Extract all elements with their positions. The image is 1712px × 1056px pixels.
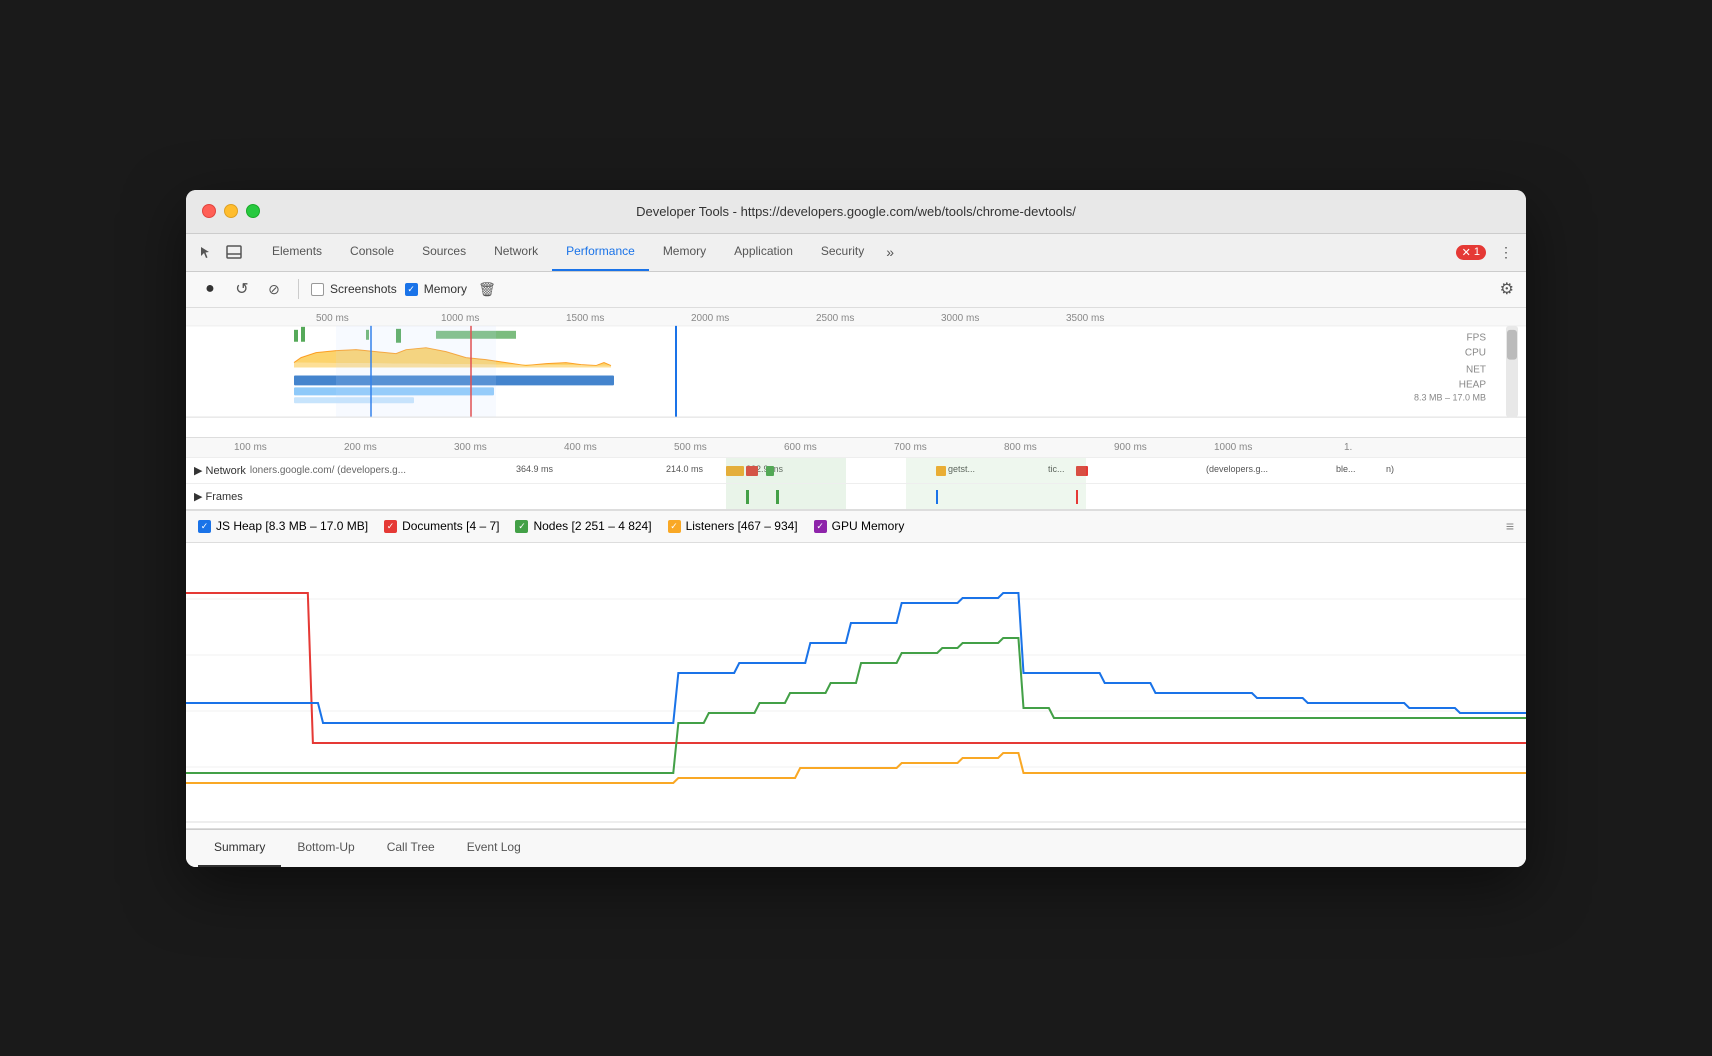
toolbar-separator-1	[298, 279, 299, 299]
nodes-label: Nodes [2 251 – 4 824]	[533, 519, 651, 533]
svg-text:8.3 MB – 17.0 MB: 8.3 MB – 17.0 MB	[1414, 392, 1486, 402]
tab-elements[interactable]: Elements	[258, 233, 336, 271]
traffic-lights	[202, 204, 260, 218]
nodes-checkbox[interactable]: ✓	[515, 520, 528, 533]
memory-legend: ✓ JS Heap [8.3 MB – 17.0 MB] ✓ Documents…	[186, 511, 1526, 543]
listeners-checkbox[interactable]: ✓	[668, 520, 681, 533]
tab-memory[interactable]: Memory	[649, 233, 720, 271]
settings-button[interactable]: ⚙	[1500, 279, 1514, 299]
tab-summary[interactable]: Summary	[198, 829, 281, 867]
screenshots-toggle[interactable]: Screenshots	[311, 282, 397, 296]
tab-bottom-up[interactable]: Bottom-Up	[281, 829, 370, 867]
listeners-label: Listeners [467 – 934]	[686, 519, 798, 533]
network-row: ▶ Network loners.google.com/ (developers…	[186, 458, 1526, 484]
legend-js-heap: ✓ JS Heap [8.3 MB – 17.0 MB]	[198, 519, 368, 533]
svg-text:1500 ms: 1500 ms	[566, 312, 604, 323]
svg-text:(developers.g...: (developers.g...	[1206, 464, 1268, 474]
time-ruler-bottom-svg: 100 ms 200 ms 300 ms 400 ms 500 ms 600 m…	[194, 437, 1494, 457]
tab-bar-right: ✕ 1 ⋮	[1456, 240, 1518, 264]
gpu-memory-label: GPU Memory	[832, 519, 905, 533]
svg-text:600 ms: 600 ms	[784, 442, 817, 453]
svg-text:900 ms: 900 ms	[1114, 442, 1147, 453]
legend-listeners: ✓ Listeners [467 – 934]	[668, 519, 798, 533]
error-icon: ✕	[1462, 246, 1471, 259]
tab-event-log[interactable]: Event Log	[451, 829, 537, 867]
svg-text:HEAP: HEAP	[1459, 379, 1487, 390]
svg-text:2500 ms: 2500 ms	[816, 312, 854, 323]
memory-chart	[186, 543, 1526, 829]
network-timeline-svg: getst... tic... (developers.g... ble... …	[186, 458, 1486, 484]
bottom-tabs: Summary Bottom-Up Call Tree Event Log	[186, 829, 1526, 867]
legend-documents: ✓ Documents [4 – 7]	[384, 519, 499, 533]
more-tabs-button[interactable]: »	[878, 244, 902, 260]
devtools-body: Elements Console Sources Network Perform…	[186, 234, 1526, 867]
svg-text:NET: NET	[1466, 364, 1486, 375]
tab-performance[interactable]: Performance	[552, 233, 649, 271]
minimize-button[interactable]	[224, 204, 238, 218]
frames-svg	[186, 484, 1486, 510]
reload-record-button[interactable]: ↺	[230, 277, 254, 301]
tab-application[interactable]: Application	[720, 233, 807, 271]
timeline-overview: 500 ms 1000 ms 1500 ms 2000 ms 2500 ms 3…	[186, 308, 1526, 438]
tab-call-tree[interactable]: Call Tree	[371, 829, 451, 867]
svg-text:1000 ms: 1000 ms	[1214, 442, 1252, 453]
svg-text:500 ms: 500 ms	[316, 312, 349, 323]
tab-security[interactable]: Security	[807, 233, 878, 271]
svg-text:ble...: ble...	[1336, 464, 1356, 474]
error-count: 1	[1474, 246, 1480, 258]
tab-bar: Elements Console Sources Network Perform…	[186, 234, 1526, 272]
svg-text:2000 ms: 2000 ms	[691, 312, 729, 323]
legend-nodes: ✓ Nodes [2 251 – 4 824]	[515, 519, 651, 533]
tab-sources[interactable]: Sources	[408, 233, 480, 271]
svg-text:FPS: FPS	[1467, 332, 1487, 343]
memory-label: Memory	[424, 282, 467, 296]
dock-icon[interactable]	[222, 240, 246, 264]
bottom-ruler-area: 100 ms 200 ms 300 ms 400 ms 500 ms 600 m…	[186, 438, 1526, 511]
more-menu-button[interactable]: ⋮	[1494, 240, 1518, 264]
svg-text:500 ms: 500 ms	[674, 442, 707, 453]
cursor-icon[interactable]	[194, 240, 218, 264]
documents-label: Documents [4 – 7]	[402, 519, 499, 533]
delete-button[interactable]: 🗑	[475, 277, 499, 301]
toolbar: ● ↺ ⊘ Screenshots ✓ Memory 🗑 ⚙	[186, 272, 1526, 308]
window-title: Developer Tools - https://developers.goo…	[202, 204, 1510, 219]
frames-row: ▶ Frames	[186, 484, 1526, 510]
svg-text:300 ms: 300 ms	[454, 442, 487, 453]
legend-menu-button[interactable]: ≡	[1506, 518, 1514, 534]
memory-checkbox[interactable]: ✓	[405, 283, 418, 296]
svg-text:1000 ms: 1000 ms	[441, 312, 479, 323]
legend-gpu-memory: ✓ GPU Memory	[814, 519, 905, 533]
screenshots-label: Screenshots	[330, 282, 397, 296]
svg-text:700 ms: 700 ms	[894, 442, 927, 453]
screenshots-checkbox[interactable]	[311, 283, 324, 296]
tab-bar-icons	[194, 240, 246, 264]
svg-text:100 ms: 100 ms	[234, 442, 267, 453]
clear-button[interactable]: ⊘	[262, 277, 286, 301]
documents-checkbox[interactable]: ✓	[384, 520, 397, 533]
record-button[interactable]: ●	[198, 277, 222, 301]
svg-text:n): n)	[1386, 464, 1394, 474]
time-ruler-bottom: 100 ms 200 ms 300 ms 400 ms 500 ms 600 m…	[186, 438, 1526, 458]
svg-text:3000 ms: 3000 ms	[941, 312, 979, 323]
maximize-button[interactable]	[246, 204, 260, 218]
memory-chart-svg	[186, 543, 1526, 823]
tab-network[interactable]: Network	[480, 233, 552, 271]
error-badge: ✕ 1	[1456, 245, 1486, 260]
svg-text:3500 ms: 3500 ms	[1066, 312, 1104, 323]
gpu-memory-checkbox[interactable]: ✓	[814, 520, 827, 533]
svg-text:800 ms: 800 ms	[1004, 442, 1037, 453]
svg-text:200 ms: 200 ms	[344, 442, 377, 453]
close-button[interactable]	[202, 204, 216, 218]
js-heap-label: JS Heap [8.3 MB – 17.0 MB]	[216, 519, 368, 533]
tab-console[interactable]: Console	[336, 233, 408, 271]
title-bar: Developer Tools - https://developers.goo…	[186, 190, 1526, 234]
memory-toggle[interactable]: ✓ Memory	[405, 282, 467, 296]
svg-text:CPU: CPU	[1465, 347, 1486, 358]
timeline-svg: 500 ms 1000 ms 1500 ms 2000 ms 2500 ms 3…	[186, 308, 1526, 437]
svg-text:1.: 1.	[1344, 442, 1352, 453]
svg-text:400 ms: 400 ms	[564, 442, 597, 453]
devtools-window: Developer Tools - https://developers.goo…	[186, 190, 1526, 867]
js-heap-checkbox[interactable]: ✓	[198, 520, 211, 533]
